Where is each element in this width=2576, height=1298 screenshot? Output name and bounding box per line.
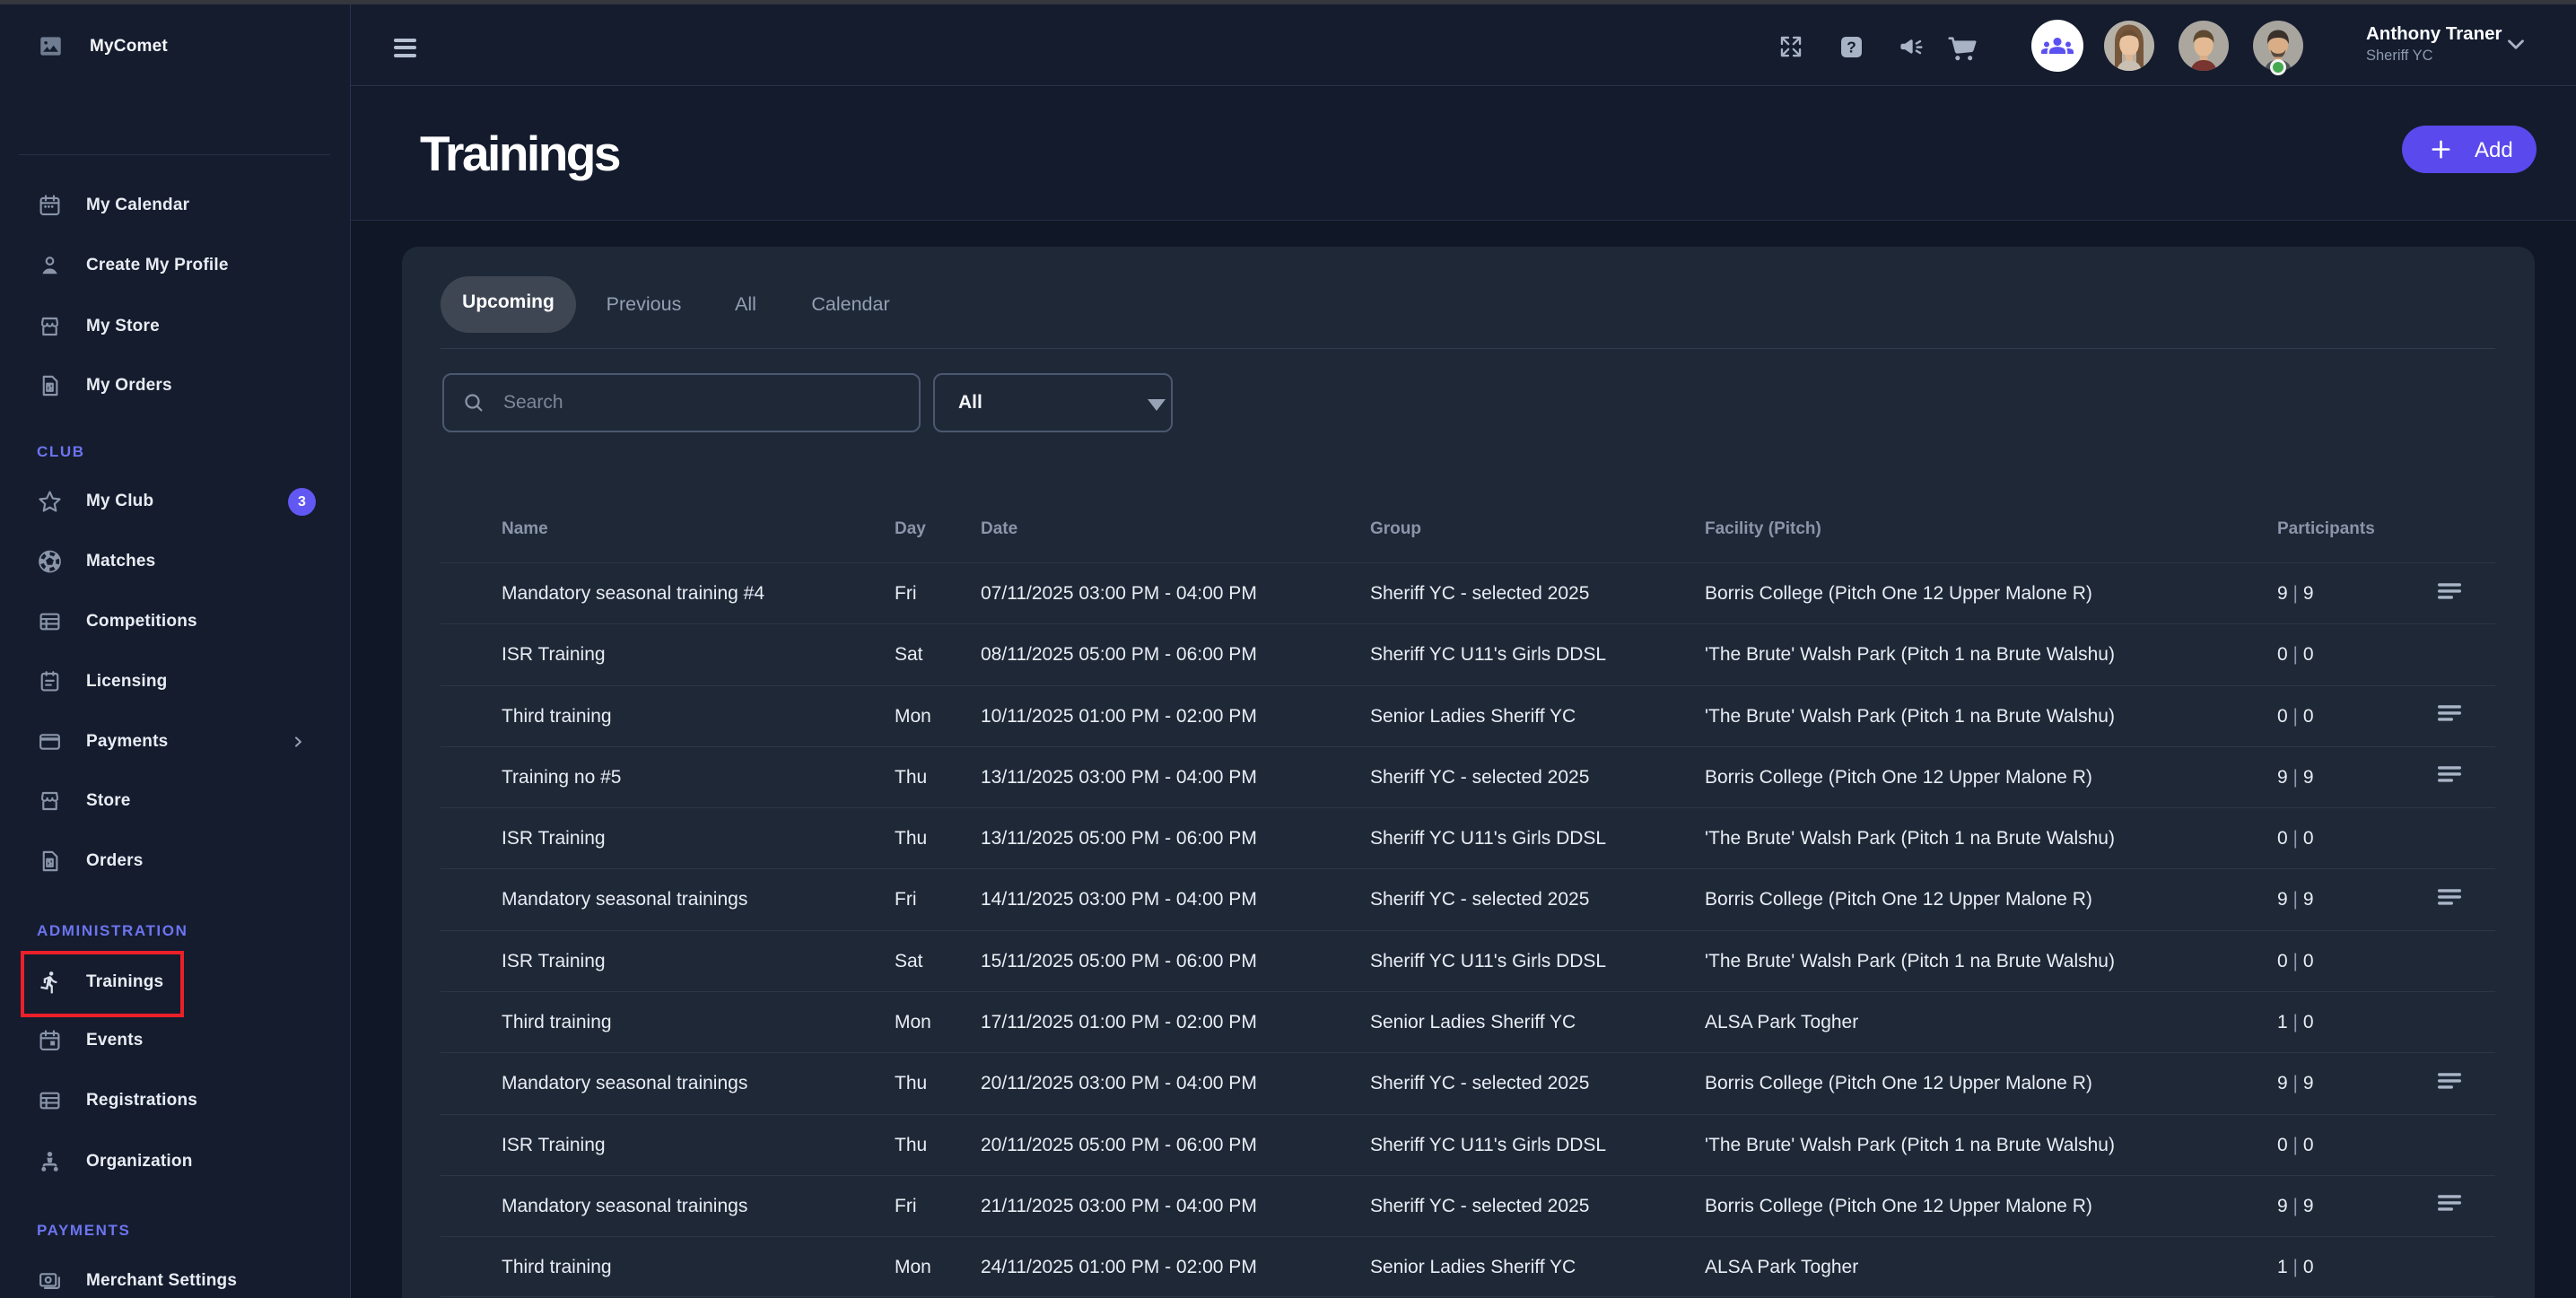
svg-text:?: ? xyxy=(1847,38,1856,56)
